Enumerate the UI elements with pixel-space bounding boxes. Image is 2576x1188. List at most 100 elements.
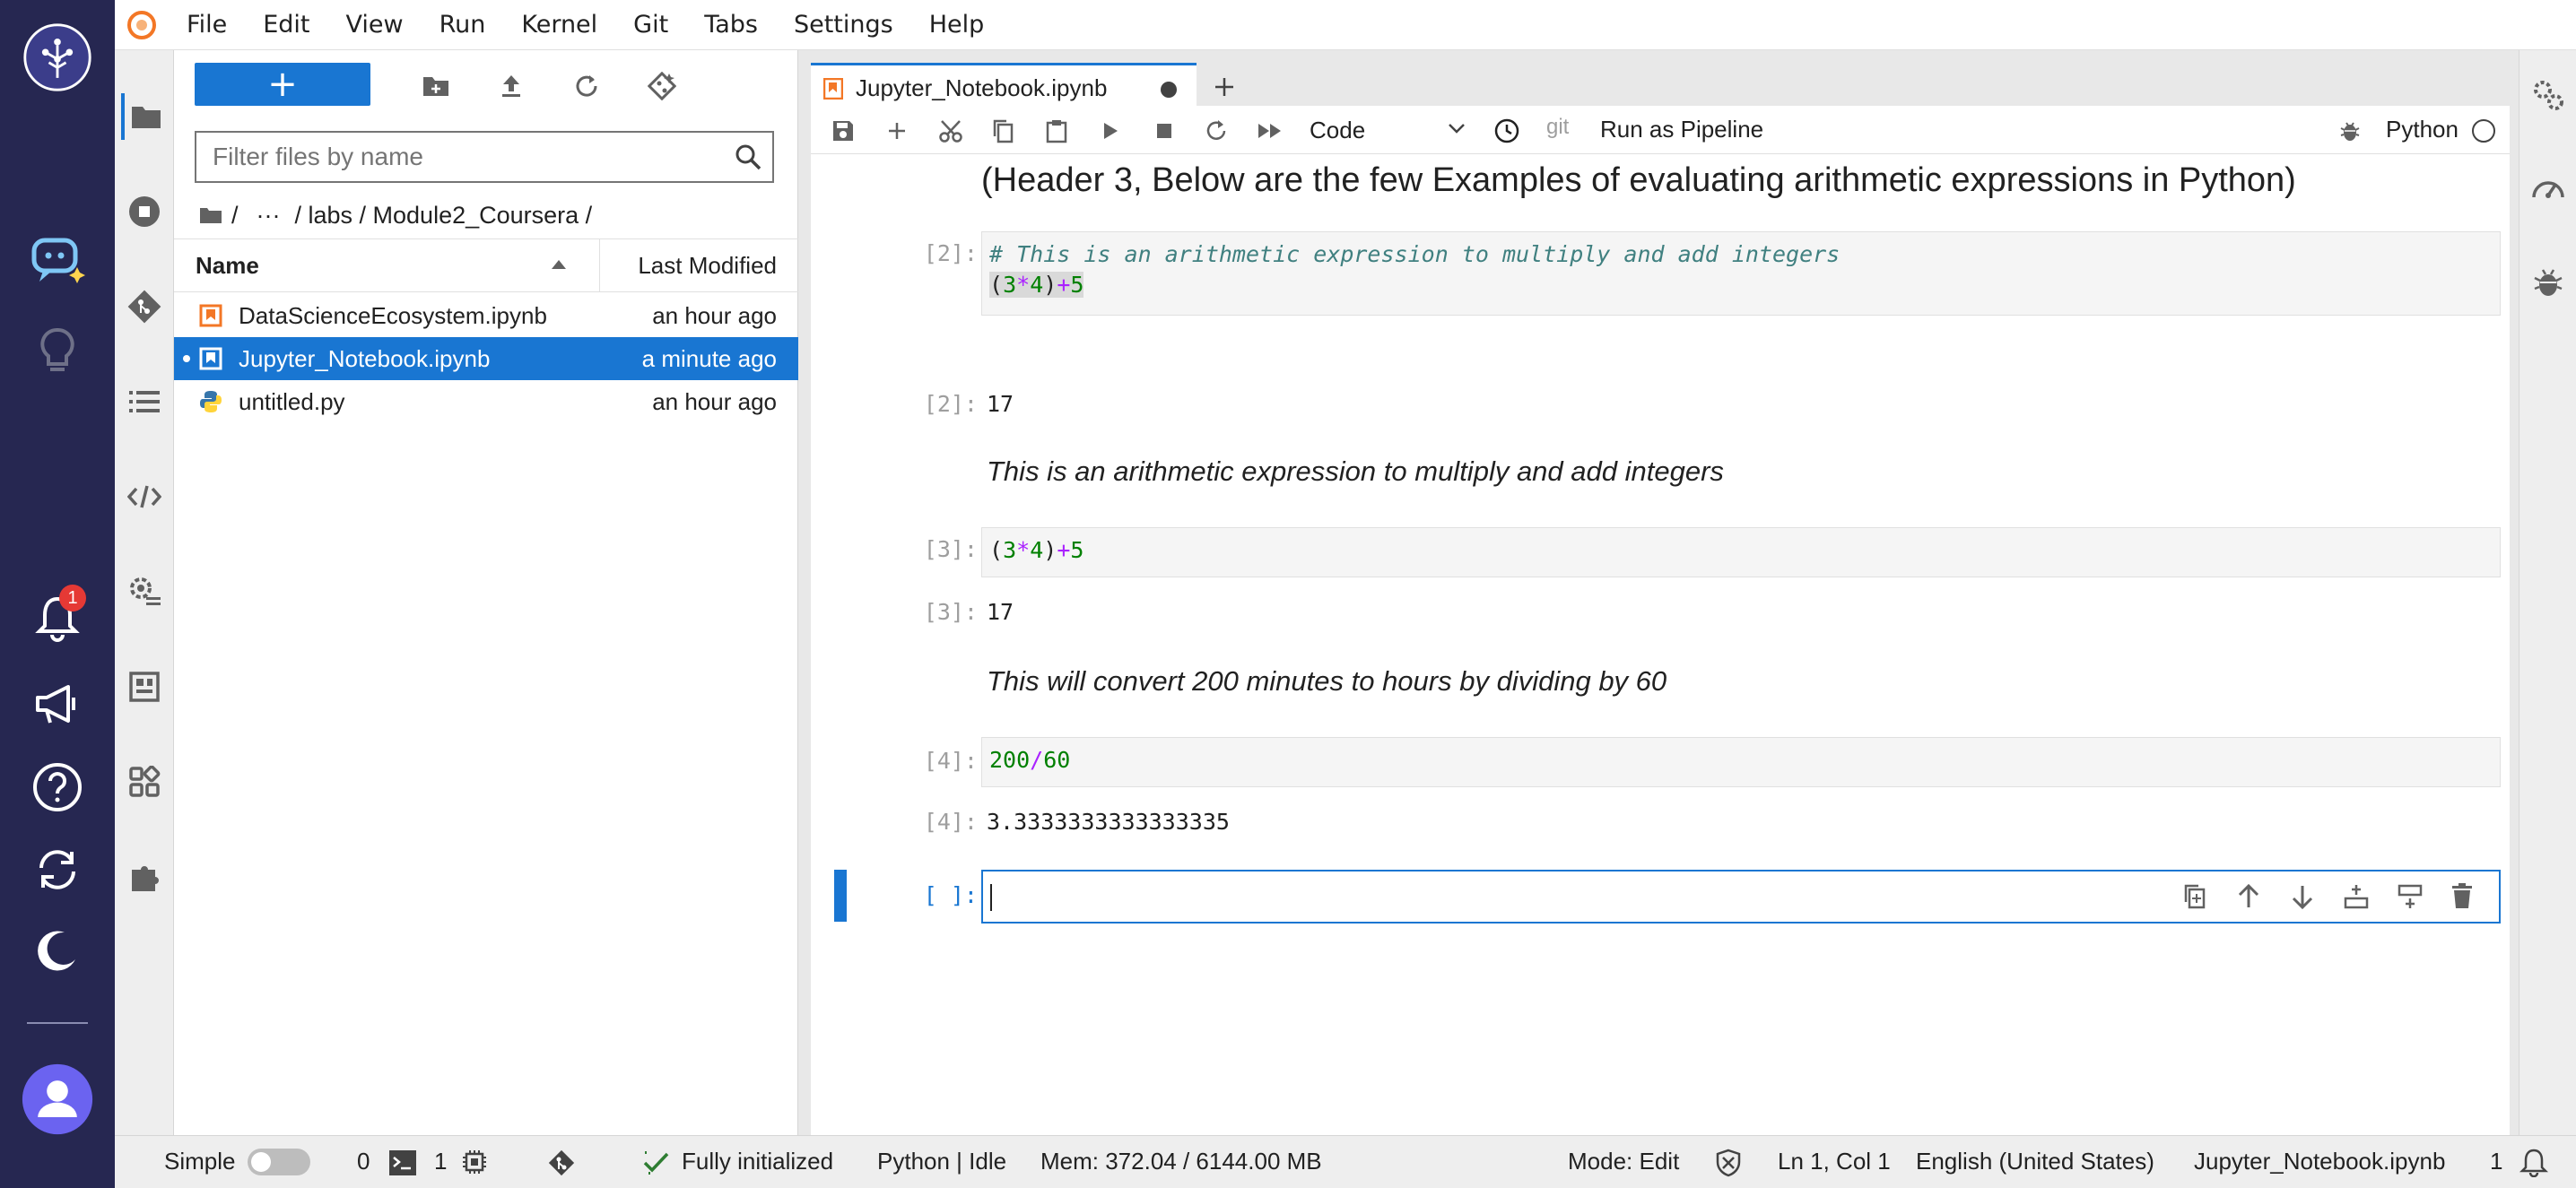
input-prompt-active: [ ]: xyxy=(923,882,978,908)
notifications-bell-icon[interactable]: 1 xyxy=(22,581,93,653)
kernel-status[interactable]: Python | Idle xyxy=(877,1148,1006,1175)
breadcrumb-ellipsis[interactable]: ··· xyxy=(257,202,281,230)
file-row[interactable]: untitled.py an hour ago xyxy=(174,380,798,423)
notification-badge: 1 xyxy=(59,585,86,611)
menu-git[interactable]: Git xyxy=(615,0,686,50)
git-label[interactable]: git xyxy=(1546,115,1569,140)
home-folder-icon[interactable] xyxy=(199,205,222,225)
breadcrumb-path[interactable]: / labs / Module2_Coursera / xyxy=(295,202,593,230)
cell-type-select[interactable]: Code xyxy=(1310,111,1471,149)
move-cell-up-icon[interactable] xyxy=(2235,882,2262,911)
run-as-pipeline-button[interactable]: Run as Pipeline xyxy=(1600,116,1763,143)
app-logo-icon[interactable] xyxy=(22,22,93,93)
column-modified-header[interactable]: Last Modified xyxy=(638,252,777,280)
terminal-icon xyxy=(389,1150,416,1175)
menu-kernel[interactable]: Kernel xyxy=(503,0,615,50)
file-row-selected[interactable]: Jupyter_Notebook.ipynb a minute ago xyxy=(174,337,798,380)
cursor-position[interactable]: Ln 1, Col 1 xyxy=(1778,1148,1891,1175)
lsp-status[interactable]: Fully initialized xyxy=(682,1148,833,1175)
git-panel-icon[interactable] xyxy=(121,283,168,330)
trust-shield-icon[interactable] xyxy=(1715,1149,1742,1177)
kernel-sessions-count[interactable]: 0 xyxy=(357,1148,370,1175)
move-cell-down-icon[interactable] xyxy=(2289,882,2316,911)
git-status-icon[interactable] xyxy=(547,1149,576,1177)
tab-notebook[interactable]: Jupyter_Notebook.ipynb xyxy=(811,63,1197,111)
lsp-check-icon[interactable] xyxy=(642,1150,671,1175)
display-language[interactable]: English (United States) xyxy=(1916,1148,2154,1175)
megaphone-icon[interactable] xyxy=(22,667,93,739)
restart-run-all-icon[interactable] xyxy=(1250,111,1290,151)
notifications-bell-icon[interactable] xyxy=(2519,1147,2549,1177)
insert-cell-icon[interactable] xyxy=(877,111,917,151)
simple-mode-toggle[interactable] xyxy=(248,1149,310,1175)
input-prompt: [3]: xyxy=(923,536,978,562)
copy-icon[interactable] xyxy=(983,111,1023,151)
file-row[interactable]: DataScienceEcosystem.ipynb an hour ago xyxy=(174,294,798,337)
activity-bar xyxy=(115,50,174,1135)
refresh-icon[interactable] xyxy=(561,63,612,109)
add-tab-button[interactable] xyxy=(1202,66,1247,108)
new-launcher-button[interactable]: + xyxy=(195,63,370,106)
user-avatar-icon[interactable] xyxy=(22,1063,93,1135)
menu-run[interactable]: Run xyxy=(422,0,504,50)
menu-file[interactable]: File xyxy=(169,0,245,50)
insert-cell-above-icon[interactable] xyxy=(2343,882,2370,911)
sort-ascending-icon[interactable] xyxy=(551,259,567,270)
save-icon[interactable] xyxy=(823,111,863,151)
dark-mode-moon-icon[interactable] xyxy=(22,915,93,986)
unsaved-dot-icon[interactable] xyxy=(1161,82,1177,98)
debugger-bug-icon[interactable] xyxy=(2330,111,2370,151)
code-cell-editor[interactable]: # This is an arithmetic expression to mu… xyxy=(981,231,2501,316)
resource-usage-gauge-icon[interactable] xyxy=(2530,172,2566,208)
menu-edit[interactable]: Edit xyxy=(245,0,327,50)
code-cell-editor[interactable]: (3*4)+5 xyxy=(981,527,2501,577)
active-code-cell-editor[interactable] xyxy=(981,870,2501,924)
debugger-bug-icon[interactable] xyxy=(2532,265,2564,299)
insert-cell-below-icon[interactable] xyxy=(2397,882,2424,911)
code-cell-editor[interactable]: 200/60 xyxy=(981,737,2501,787)
extension-manager-puzzle-icon[interactable] xyxy=(121,854,168,900)
file-browser-folder-icon[interactable] xyxy=(121,93,168,140)
notebook-file-icon xyxy=(199,347,222,370)
sync-icon[interactable] xyxy=(22,834,93,906)
git-clone-icon[interactable] xyxy=(637,63,687,109)
kernel-name[interactable]: Python xyxy=(2386,116,2459,143)
table-of-contents-icon[interactable] xyxy=(121,378,168,425)
terminal-count[interactable]: 1 xyxy=(434,1148,447,1175)
breadcrumb-root[interactable]: / xyxy=(231,202,239,230)
menu-help[interactable]: Help xyxy=(911,0,1003,50)
memory-usage: Mem: 372.04 / 6144.00 MB xyxy=(1040,1148,1322,1175)
help-icon[interactable] xyxy=(22,751,93,823)
paste-icon[interactable] xyxy=(1037,111,1076,151)
code-comment: # This is an arithmetic expression to mu… xyxy=(989,241,1841,267)
property-inspector-gear-icon[interactable] xyxy=(121,568,168,615)
interrupt-kernel-icon[interactable] xyxy=(1144,111,1184,151)
cut-icon[interactable] xyxy=(931,111,970,151)
menu-tabs[interactable]: Tabs xyxy=(686,0,776,50)
running-kernels-icon[interactable] xyxy=(121,188,168,235)
cpu-chip-icon[interactable] xyxy=(461,1149,488,1175)
active-cell-marker xyxy=(834,870,847,922)
toggle-knob xyxy=(251,1152,271,1172)
menu-settings[interactable]: Settings xyxy=(776,0,911,50)
pipeline-components-icon[interactable] xyxy=(121,663,168,710)
duplicate-cell-icon[interactable] xyxy=(2181,882,2208,911)
code-snippets-icon[interactable] xyxy=(121,473,168,520)
clock-icon[interactable] xyxy=(1487,111,1527,151)
new-folder-icon[interactable] xyxy=(411,63,461,109)
notifications-count[interactable]: 1 xyxy=(2490,1148,2502,1175)
column-name-header[interactable]: Name xyxy=(196,252,259,280)
lightbulb-icon[interactable] xyxy=(22,316,93,387)
file-filter-field[interactable] xyxy=(195,131,774,183)
chat-assistant-icon[interactable] xyxy=(22,224,93,296)
upload-icon[interactable] xyxy=(486,63,536,109)
property-inspector-icon[interactable] xyxy=(2530,77,2566,113)
code-line: 200/60 xyxy=(989,747,1071,773)
extensions-blocks-icon[interactable] xyxy=(121,759,168,805)
run-cell-icon[interactable] xyxy=(1091,111,1130,151)
restart-kernel-icon[interactable] xyxy=(1197,111,1236,151)
chevron-down-icon xyxy=(1448,122,1466,134)
file-filter-input[interactable] xyxy=(213,143,733,171)
menu-view[interactable]: View xyxy=(327,0,421,50)
delete-cell-trash-icon[interactable] xyxy=(2450,882,2474,911)
